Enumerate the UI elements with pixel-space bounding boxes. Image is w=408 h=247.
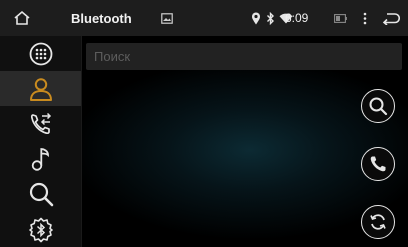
bluetooth-icon: [265, 0, 275, 36]
sync-button[interactable]: [361, 205, 395, 239]
bluetooth-app-screen: Bluetooth 6:09 Поиск: [0, 0, 408, 247]
call-button[interactable]: [361, 147, 395, 181]
sidebar-item-call-history[interactable]: [0, 106, 81, 141]
sidebar-item-contacts[interactable]: [0, 71, 81, 106]
music-icon: [31, 147, 49, 171]
search-input[interactable]: Поиск: [86, 43, 402, 70]
image-icon: [160, 0, 174, 36]
location-icon: [250, 0, 262, 36]
search-icon: [369, 97, 388, 116]
sidebar-item-bluetooth-settings[interactable]: [0, 212, 81, 247]
dialpad-icon: [29, 42, 52, 65]
contacts-icon: [29, 77, 52, 101]
sync-icon: [370, 214, 386, 230]
search-icon: [29, 182, 53, 206]
sidebar-item-search[interactable]: [0, 176, 81, 211]
sidebar-item-music[interactable]: [0, 141, 81, 176]
app-title: Bluetooth: [71, 10, 132, 26]
battery-icon: [333, 0, 347, 36]
clock: 6:09: [285, 11, 309, 25]
call-history-icon: [30, 112, 51, 134]
bluetooth-settings-icon: [28, 217, 53, 242]
overflow-menu-icon[interactable]: [360, 0, 370, 36]
home-icon[interactable]: [12, 0, 32, 36]
back-icon[interactable]: [381, 0, 401, 36]
search-placeholder: Поиск: [94, 49, 131, 64]
sidebar-item-dialpad[interactable]: [0, 36, 81, 71]
sidebar-nav: [0, 36, 82, 247]
status-bar: Bluetooth 6:09: [0, 0, 408, 36]
call-icon: [370, 156, 386, 172]
search-button[interactable]: [361, 89, 395, 123]
